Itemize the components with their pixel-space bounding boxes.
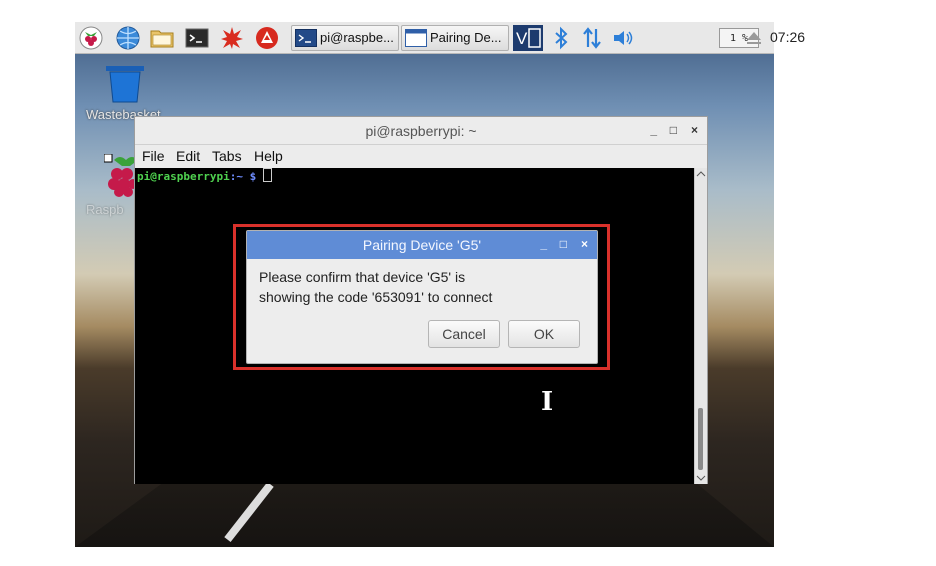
desktop-icon-label: Raspb	[86, 202, 124, 217]
network-icon[interactable]	[580, 26, 604, 50]
maximize-button[interactable]: □	[670, 123, 677, 137]
terminal-menubar: File Edit Tabs Help	[135, 145, 707, 168]
mathematica-icon[interactable]	[220, 26, 244, 50]
minimize-button[interactable]: _	[650, 123, 657, 137]
raspberry-menu-icon[interactable]	[79, 26, 103, 50]
highlight-box	[233, 224, 610, 370]
terminal-title: pi@raspberrypi: ~	[365, 123, 477, 139]
svg-text:V: V	[516, 29, 528, 48]
clock[interactable]: 07:26	[770, 29, 805, 45]
menu-tabs[interactable]: Tabs	[212, 148, 242, 164]
taskbar: pi@raspbe... Pairing De... V 1 % 07:26	[75, 22, 805, 54]
task-pairing-device[interactable]: Pairing De...	[401, 25, 509, 51]
wolfram-icon[interactable]	[255, 26, 279, 50]
scroll-down-icon[interactable]	[695, 473, 707, 483]
close-button[interactable]: ×	[691, 123, 698, 137]
text-cursor	[262, 168, 272, 182]
terminal-scrollbar[interactable]	[694, 168, 707, 484]
terminal-titlebar[interactable]: pi@raspberrypi: ~ _ □ ×	[135, 117, 707, 145]
prompt-user: pi@raspberrypi	[137, 170, 230, 183]
menu-edit[interactable]: Edit	[176, 148, 200, 164]
task-label: Pairing De...	[430, 30, 502, 45]
task-label: pi@raspbe...	[320, 30, 394, 45]
desktop-icon-wastebasket[interactable]	[104, 64, 146, 106]
mouse-cursor: I	[541, 387, 554, 417]
scroll-up-icon[interactable]	[695, 169, 707, 179]
terminal-icon[interactable]	[185, 26, 209, 50]
prompt-path: :~ $	[229, 170, 257, 183]
vnc-icon[interactable]: V	[513, 25, 543, 51]
window-icon	[405, 29, 427, 47]
bluetooth-icon[interactable]	[549, 26, 573, 50]
task-terminal[interactable]: pi@raspbe...	[291, 25, 399, 51]
volume-icon[interactable]	[611, 26, 635, 50]
terminal-icon	[295, 29, 317, 47]
menu-file[interactable]: File	[142, 148, 165, 164]
scrollbar-thumb[interactable]	[698, 408, 703, 470]
eject-icon[interactable]	[745, 29, 763, 47]
file-manager-icon[interactable]	[150, 26, 174, 50]
menu-help[interactable]: Help	[254, 148, 283, 164]
shell-prompt: pi@raspberrypi:~ $	[137, 168, 272, 183]
web-browser-icon[interactable]	[116, 26, 140, 50]
wastebasket-icon	[106, 66, 144, 103]
